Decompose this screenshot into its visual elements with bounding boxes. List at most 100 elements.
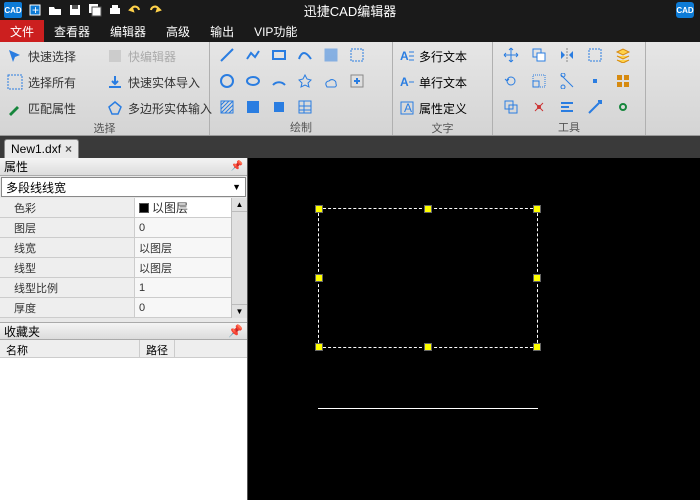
star-icon[interactable] xyxy=(294,70,316,92)
prop-row-color[interactable]: 色彩 以图层▼ xyxy=(0,198,247,218)
poly-entity-input-button[interactable]: 多边形实体输入 xyxy=(106,96,212,120)
open-icon[interactable] xyxy=(46,2,64,18)
polyline-icon[interactable] xyxy=(242,44,264,66)
trim-icon[interactable] xyxy=(555,70,579,92)
handle-br[interactable] xyxy=(533,343,541,351)
prop-row-layer[interactable]: 图层0 xyxy=(0,218,247,238)
svg-text:A: A xyxy=(404,101,412,115)
offset-icon[interactable] xyxy=(499,96,523,118)
marker-icon[interactable] xyxy=(583,70,607,92)
align-icon[interactable] xyxy=(555,96,579,118)
arc-icon[interactable] xyxy=(268,70,290,92)
group-label-text: 文字 xyxy=(399,120,486,136)
favorites-title: 收藏夹 xyxy=(4,323,40,340)
multiline-text-button[interactable]: A 多行文本 xyxy=(399,44,486,68)
favorites-list xyxy=(0,358,247,500)
properties-scrollbar[interactable]: ▲ ▼ xyxy=(231,198,247,318)
handle-ml[interactable] xyxy=(315,274,323,282)
selection-rectangle[interactable] xyxy=(318,208,538,348)
drawing-canvas[interactable] xyxy=(248,158,700,500)
ribbon-group-tools: 工具 xyxy=(493,42,646,135)
close-tab-icon[interactable]: × xyxy=(65,142,72,156)
orient-icon[interactable] xyxy=(583,96,607,118)
handle-tr[interactable] xyxy=(533,205,541,213)
tab-editor[interactable]: 编辑器 xyxy=(100,20,156,42)
tab-file[interactable]: 文件 xyxy=(0,20,44,42)
move-icon[interactable] xyxy=(499,44,523,66)
mirror-icon[interactable] xyxy=(555,44,579,66)
save-icon[interactable] xyxy=(66,2,84,18)
block-icon[interactable] xyxy=(268,96,290,118)
properties-title: 属性 xyxy=(4,158,28,175)
cloud-icon[interactable] xyxy=(320,70,342,92)
prop-row-lineweight[interactable]: 线宽以图层 xyxy=(0,238,247,258)
cursor-icon xyxy=(6,47,24,65)
prop-row-linetype[interactable]: 线型以图层 xyxy=(0,258,247,278)
fav-col-path[interactable]: 路径 xyxy=(140,340,175,357)
handle-bl[interactable] xyxy=(315,343,323,351)
ellipse-icon[interactable] xyxy=(242,70,264,92)
layers-icon[interactable] xyxy=(611,44,635,66)
dropdown-arrow-icon: ▼ xyxy=(232,182,241,192)
fav-col-name[interactable]: 名称 xyxy=(0,340,140,357)
window-title: 迅捷CAD编辑器 xyxy=(0,1,700,20)
pin-icon[interactable]: 📌 xyxy=(228,324,243,338)
handle-tl[interactable] xyxy=(315,205,323,213)
drawn-line[interactable] xyxy=(318,408,538,409)
ribbon-group-text: A 多行文本 A 单行文本 A 属性定义 文字 xyxy=(393,42,493,135)
new-icon[interactable]: + xyxy=(26,2,44,18)
explode-icon[interactable] xyxy=(527,96,551,118)
prop-row-thickness[interactable]: 厚度0 xyxy=(0,298,247,318)
document-tab-bar: New1.dxf × xyxy=(0,136,700,158)
print-icon[interactable] xyxy=(106,2,124,18)
insert-icon[interactable] xyxy=(346,70,368,92)
singleline-text-button[interactable]: A 单行文本 xyxy=(399,70,486,94)
quick-entity-import-button[interactable]: 快速实体导入 xyxy=(106,70,212,94)
region-icon[interactable] xyxy=(320,44,342,66)
saveall-icon[interactable] xyxy=(86,2,104,18)
tab-output[interactable]: 输出 xyxy=(200,20,244,42)
properties-panel: 属性 📌 多段线线宽 ▼ 色彩 以图层▼ 图层0 线宽以图层 线型以图层 线型比… xyxy=(0,158,248,500)
app-badge-icon: CAD xyxy=(676,2,694,18)
tab-vip[interactable]: VIP功能 xyxy=(244,20,307,42)
svg-text:A: A xyxy=(400,49,409,63)
scale-icon[interactable] xyxy=(527,70,551,92)
properties-selector[interactable]: 多段线线宽 ▼ xyxy=(1,177,246,197)
properties-combo-label: 多段线线宽 xyxy=(6,179,66,196)
stext-icon: A xyxy=(399,74,415,90)
spline-icon[interactable] xyxy=(294,44,316,66)
import-icon xyxy=(106,73,124,91)
table-icon[interactable] xyxy=(294,96,316,118)
mtext-icon: A xyxy=(399,48,415,64)
select-region-icon[interactable] xyxy=(346,44,368,66)
hatch-icon[interactable] xyxy=(216,96,238,118)
select-tool-icon[interactable] xyxy=(583,44,607,66)
group-label-draw: 绘制 xyxy=(216,119,386,135)
favorites-columns: 名称 路径 xyxy=(0,340,247,358)
attrdef-button[interactable]: A 属性定义 xyxy=(399,96,486,120)
tab-viewer[interactable]: 查看器 xyxy=(44,20,100,42)
rect-icon[interactable] xyxy=(268,44,290,66)
undo-icon[interactable] xyxy=(126,2,144,18)
handle-tm[interactable] xyxy=(424,205,432,213)
tab-advanced[interactable]: 高级 xyxy=(156,20,200,42)
circle-icon[interactable] xyxy=(216,70,238,92)
attr-icon: A xyxy=(399,100,415,116)
rotate-icon[interactable] xyxy=(499,70,523,92)
svg-text:+: + xyxy=(32,3,39,17)
menu-bar: 文件 查看器 编辑器 高级 输出 VIP功能 xyxy=(0,20,700,42)
ribbon-group-draw: 绘制 xyxy=(210,42,393,135)
prop-row-ltscale[interactable]: 线型比例1 xyxy=(0,278,247,298)
line-icon[interactable] xyxy=(216,44,238,66)
handle-mr[interactable] xyxy=(533,274,541,282)
handle-bm[interactable] xyxy=(424,343,432,351)
redo-icon[interactable] xyxy=(146,2,164,18)
pin-icon[interactable]: 📌 xyxy=(231,161,243,172)
title-bar: CAD + 迅捷CAD编辑器 CAD xyxy=(0,0,700,20)
link-icon[interactable] xyxy=(611,96,635,118)
group-icon[interactable] xyxy=(611,70,635,92)
gradient-icon[interactable] xyxy=(242,96,264,118)
document-tab[interactable]: New1.dxf × xyxy=(4,139,79,158)
copy-icon[interactable] xyxy=(527,44,551,66)
polygon-icon xyxy=(106,99,124,117)
